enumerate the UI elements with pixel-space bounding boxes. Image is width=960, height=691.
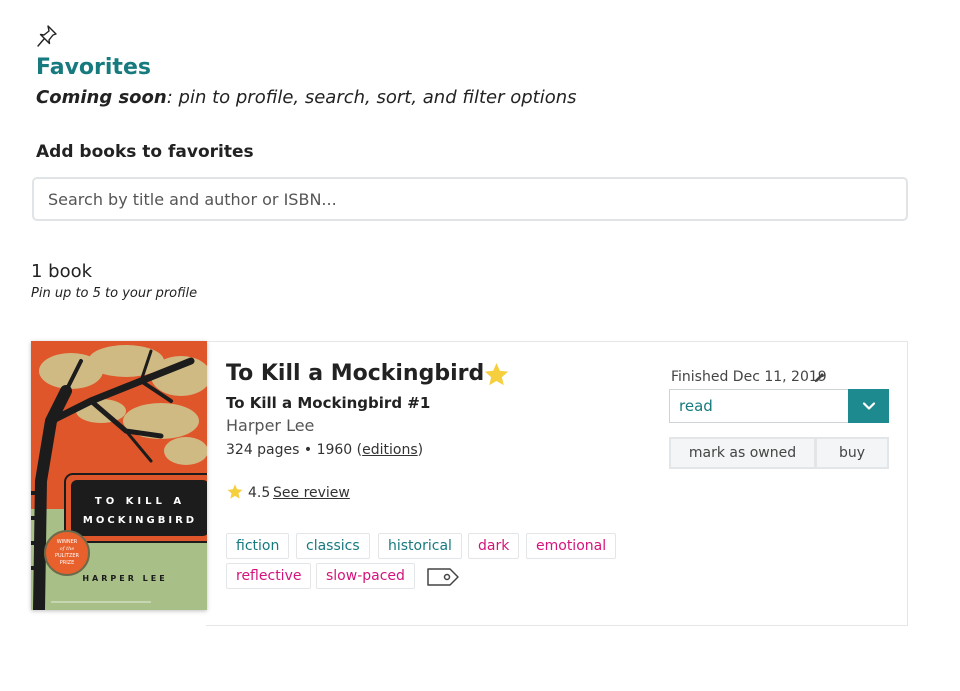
tag-add-icon[interactable] — [426, 566, 460, 588]
book-meta: 324 pages • 1960 (editions) — [226, 442, 423, 458]
tag-reflective[interactable]: reflective — [226, 563, 312, 589]
tag-fiction[interactable]: fiction — [226, 533, 290, 559]
book-count: 1 book — [31, 261, 93, 282]
edit-pencil-icon[interactable] — [813, 371, 826, 384]
close-paren: ) — [417, 442, 424, 458]
buy-button[interactable]: buy — [815, 437, 889, 469]
tag-slow-paced[interactable]: slow-paced — [316, 563, 415, 589]
pin-note: Pin up to 5 to your profile — [31, 286, 198, 301]
book-title[interactable]: To Kill a Mockingbird — [226, 361, 484, 386]
add-books-heading: Add books to favorites — [36, 142, 254, 162]
page-title: Favorites — [36, 55, 151, 80]
book-search-input[interactable] — [32, 177, 908, 221]
rating-star-icon — [227, 484, 243, 499]
cover-badge-line4: PRIZE — [60, 560, 75, 566]
book-author[interactable]: Harper Lee — [226, 416, 314, 435]
subtitle-emphasis: Coming soon — [36, 87, 167, 108]
rating-value: 4.5 — [248, 485, 271, 501]
pin-icon[interactable] — [36, 24, 58, 48]
cover-badge-line2: of the — [60, 546, 75, 552]
subtitle-text: : pin to profile, search, sort, and filt… — [166, 87, 577, 108]
tag-emotional[interactable]: emotional — [526, 533, 617, 559]
mark-as-owned-button[interactable]: mark as owned — [669, 437, 816, 469]
book-cover[interactable]: TO KILL A MOCKINGBIRD WINNER of the PULI… — [31, 341, 207, 610]
tag-classics[interactable]: classics — [296, 533, 370, 559]
chevron-down-icon — [862, 402, 875, 410]
favorite-star-icon[interactable] — [482, 361, 511, 389]
reading-status-select[interactable]: read — [669, 389, 849, 423]
see-review-link[interactable]: See review — [273, 485, 350, 501]
finished-date: Finished Dec 11, 2019 — [671, 369, 827, 385]
book-cover-art: TO KILL A MOCKINGBIRD WINNER of the PULI… — [31, 341, 207, 610]
page-subtitle: Coming soon: pin to profile, search, sor… — [36, 87, 577, 108]
cover-title-line2: MOCKINGBIRD — [83, 515, 197, 526]
cover-badge-line1: WINNER — [57, 539, 78, 545]
cover-badge-line3: PULITZER — [55, 553, 80, 559]
tag-historical[interactable]: historical — [378, 533, 462, 559]
book-series[interactable]: To Kill a Mockingbird #1 — [226, 394, 430, 412]
editions-link[interactable]: editions — [362, 442, 418, 458]
status-dropdown-button[interactable] — [848, 389, 889, 423]
cover-author: HARPER LEE — [82, 574, 167, 583]
tag-dark[interactable]: dark — [468, 533, 520, 559]
pages-year: 324 pages • 1960 ( — [226, 442, 363, 458]
cover-title-line1: TO KILL A — [95, 496, 185, 507]
